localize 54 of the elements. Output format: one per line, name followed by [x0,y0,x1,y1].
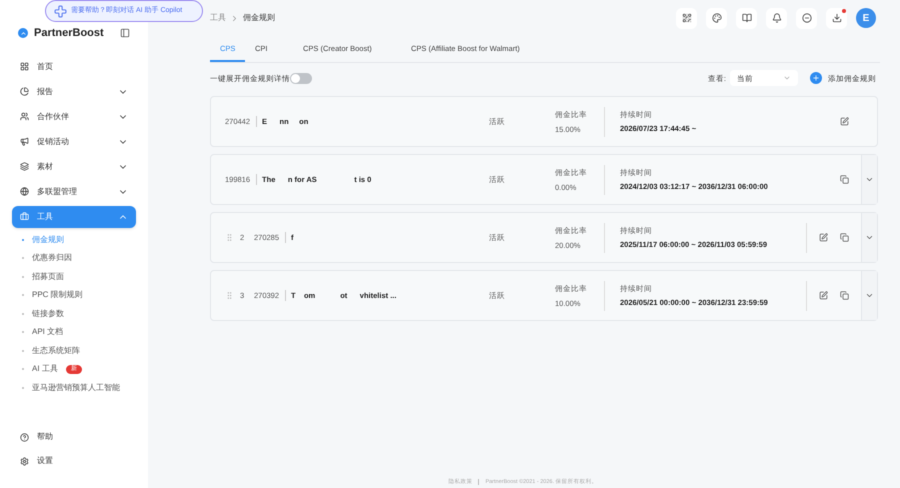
sidebar-subitem[interactable]: 招募页面 [32,270,64,283]
people-icon [20,112,29,121]
sidebar-subitem[interactable]: 优惠券归因 [32,252,72,264]
sidebar-item[interactable]: 设置 [12,452,136,470]
drag-handle-icon[interactable] [225,291,234,300]
toolbar-button[interactable] [706,8,727,28]
toggle-switch[interactable] [290,72,312,84]
sidebar-subitem[interactable]: PPC 限制规则 [32,289,83,302]
minus-circle-icon [802,13,812,23]
collapse-sidebar-icon[interactable] [120,28,130,38]
download-icon [832,13,842,23]
sidebar-subitem[interactable]: 亚马逊营销预算人工智能 [32,382,120,394]
palette-icon [712,13,722,23]
grid-icon [20,62,29,71]
copy-icon[interactable] [840,291,849,300]
sidebar-item[interactable]: 帮助 [12,428,136,446]
bell-icon [772,13,782,23]
chevron-right-icon [230,14,239,22]
sidebar-item[interactable]: 素材 [12,156,136,178]
settings-icon [20,456,29,466]
qr-code-icon [682,13,692,23]
help-icon [20,432,29,442]
sidebar-item[interactable]: 多联盟管理 [12,180,136,202]
brand-name: PartnerBoost [34,26,105,41]
edit-icon[interactable] [819,291,828,300]
book-icon [742,13,752,23]
plus-icon [810,72,822,84]
copy-icon[interactable] [840,175,849,184]
sidebar-subitem[interactable]: AI 工具 [32,363,58,376]
toolbar-button[interactable] [826,8,847,28]
drag-handle-icon[interactable] [225,233,234,242]
sidebar-item[interactable]: 促销活动 [12,130,136,152]
edit-icon[interactable] [840,117,849,126]
layers-icon [20,162,29,171]
sidebar-item[interactable]: 报告 [12,80,136,102]
globe-icon [20,187,29,196]
sidebar-item[interactable]: 首页 [12,56,136,78]
megaphone-icon [20,137,29,146]
breadcrumb-current: 佣金规则 [243,12,275,24]
toolbar-button[interactable] [766,8,787,28]
sidebar-subitem[interactable]: 链接参数 [32,308,64,320]
toolbar-button[interactable] [676,8,697,28]
plus-icon [54,4,67,18]
toolbar-button[interactable] [736,8,757,28]
briefcase-icon [20,212,29,221]
edit-icon[interactable] [819,233,828,242]
sidebar-subitem[interactable]: 佣金规则 [32,234,64,246]
sidebar-item[interactable]: 合作伙伴 [12,106,136,128]
pie-chart-icon [20,87,29,96]
sidebar-subitem[interactable]: 生态系统矩阵 [32,344,80,357]
logo-icon [18,28,28,38]
copy-icon[interactable] [840,233,849,242]
toolbar-button[interactable] [796,8,817,28]
sidebar-subitem[interactable]: API 文档 [32,326,64,338]
